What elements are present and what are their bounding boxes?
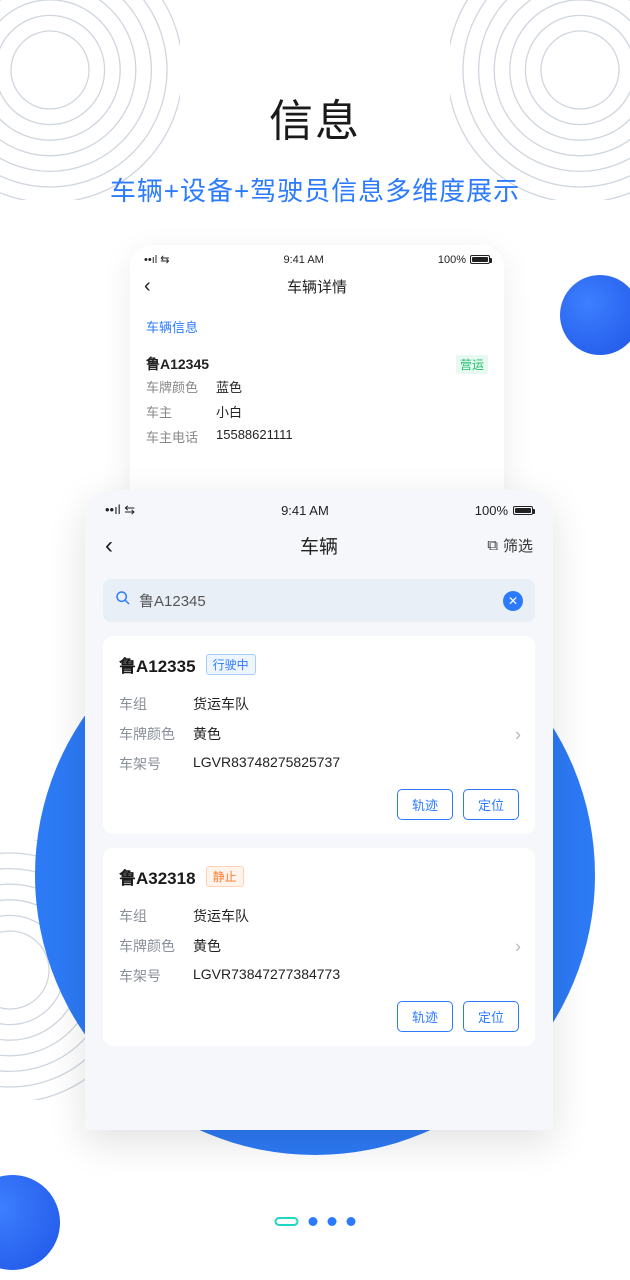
signal-icon: ••ıl ⇆ xyxy=(105,502,135,518)
label-color: 车牌颜色 xyxy=(119,724,193,744)
detail-nav-title: 车辆详情 xyxy=(287,276,347,297)
status-tag-stopped: 静止 xyxy=(206,866,244,887)
detail-plate: 鲁A12345 xyxy=(146,354,209,374)
search-value: 鲁A12345 xyxy=(139,590,503,611)
decorative-dot xyxy=(560,275,630,355)
battery-percent: 100% xyxy=(475,503,508,518)
search-input[interactable]: 鲁A12345 ✕ xyxy=(103,579,535,622)
detail-section-title: 车辆信息 xyxy=(130,309,504,344)
track-button[interactable]: 轨迹 xyxy=(397,1001,453,1032)
copy-icon: ⧉ xyxy=(487,537,498,554)
label-color: 车牌颜色 xyxy=(119,936,193,956)
detail-value: 15588621111 xyxy=(216,427,293,446)
filter-label: 筛选 xyxy=(503,535,533,556)
value-color: 黄色 xyxy=(193,724,221,744)
vehicle-plate: 鲁A12335 xyxy=(119,652,196,677)
clock: 9:41 AM xyxy=(281,503,329,518)
hero-title: 信息 xyxy=(0,85,630,149)
clear-search-button[interactable]: ✕ xyxy=(503,591,523,611)
hero-subtitle: 车辆+设备+驾驶员信息多维度展示 xyxy=(0,171,630,208)
status-tag-driving: 行驶中 xyxy=(206,654,256,675)
detail-label: 车主电话 xyxy=(146,427,216,446)
signal-icon: ••ıl ⇆ xyxy=(144,253,169,266)
label-vin: 车架号 xyxy=(119,966,193,986)
back-button[interactable]: ‹ xyxy=(144,275,151,298)
detail-value: 小白 xyxy=(216,402,242,421)
vehicle-list-item[interactable]: 鲁A32318 静止 车组货运车队 车牌颜色黄色 车架号LGVR73847277… xyxy=(103,848,535,1046)
list-nav-title: 车辆 xyxy=(300,532,338,559)
status-bar: ••ıl ⇆ 9:41 AM 100% xyxy=(85,490,553,518)
value-group: 货运车队 xyxy=(193,906,249,926)
back-button[interactable]: ‹ xyxy=(105,532,113,560)
locate-button[interactable]: 定位 xyxy=(463,789,519,820)
battery-percent: 100% xyxy=(438,254,466,266)
detail-nav: ‹ 车辆详情 xyxy=(130,266,504,309)
label-group: 车组 xyxy=(119,906,193,926)
battery-icon xyxy=(470,255,490,264)
detail-label: 车主 xyxy=(146,402,216,421)
pager-pill xyxy=(275,1217,299,1226)
operation-badge: 营运 xyxy=(456,355,488,374)
decorative-dot xyxy=(0,1175,60,1270)
detail-value: 蓝色 xyxy=(216,377,242,396)
battery-icon xyxy=(513,506,533,515)
locate-button[interactable]: 定位 xyxy=(463,1001,519,1032)
search-icon xyxy=(115,590,131,611)
value-vin: LGVR83748275825737 xyxy=(193,754,340,774)
vehicle-detail-card: ••ıl ⇆ 9:41 AM 100% ‹ 车辆详情 车辆信息 鲁A12345 … xyxy=(130,245,504,495)
label-group: 车组 xyxy=(119,694,193,714)
clock: 9:41 AM xyxy=(283,254,323,266)
list-nav: ‹ 车辆 ⧉ 筛选 xyxy=(85,518,553,575)
value-color: 黄色 xyxy=(193,936,221,956)
chevron-right-icon: › xyxy=(515,937,521,958)
track-button[interactable]: 轨迹 xyxy=(397,789,453,820)
value-group: 货运车队 xyxy=(193,694,249,714)
vehicle-list-item[interactable]: 鲁A12335 行驶中 车组货运车队 车牌颜色黄色 车架号LGVR8374827… xyxy=(103,636,535,834)
pager-dot[interactable] xyxy=(347,1217,356,1226)
value-vin: LGVR73847277384773 xyxy=(193,966,340,986)
status-bar: ••ıl ⇆ 9:41 AM 100% xyxy=(130,245,504,266)
page-indicator xyxy=(275,1217,356,1226)
chevron-right-icon: › xyxy=(515,725,521,746)
vehicle-list-card: ••ıl ⇆ 9:41 AM 100% ‹ 车辆 ⧉ 筛选 鲁A12345 ✕ … xyxy=(85,490,553,1130)
filter-button[interactable]: ⧉ 筛选 xyxy=(487,535,533,556)
detail-label: 车牌颜色 xyxy=(146,377,216,396)
pager-dot[interactable] xyxy=(309,1217,318,1226)
pager-dot[interactable] xyxy=(328,1217,337,1226)
label-vin: 车架号 xyxy=(119,754,193,774)
vehicle-plate: 鲁A32318 xyxy=(119,864,196,889)
